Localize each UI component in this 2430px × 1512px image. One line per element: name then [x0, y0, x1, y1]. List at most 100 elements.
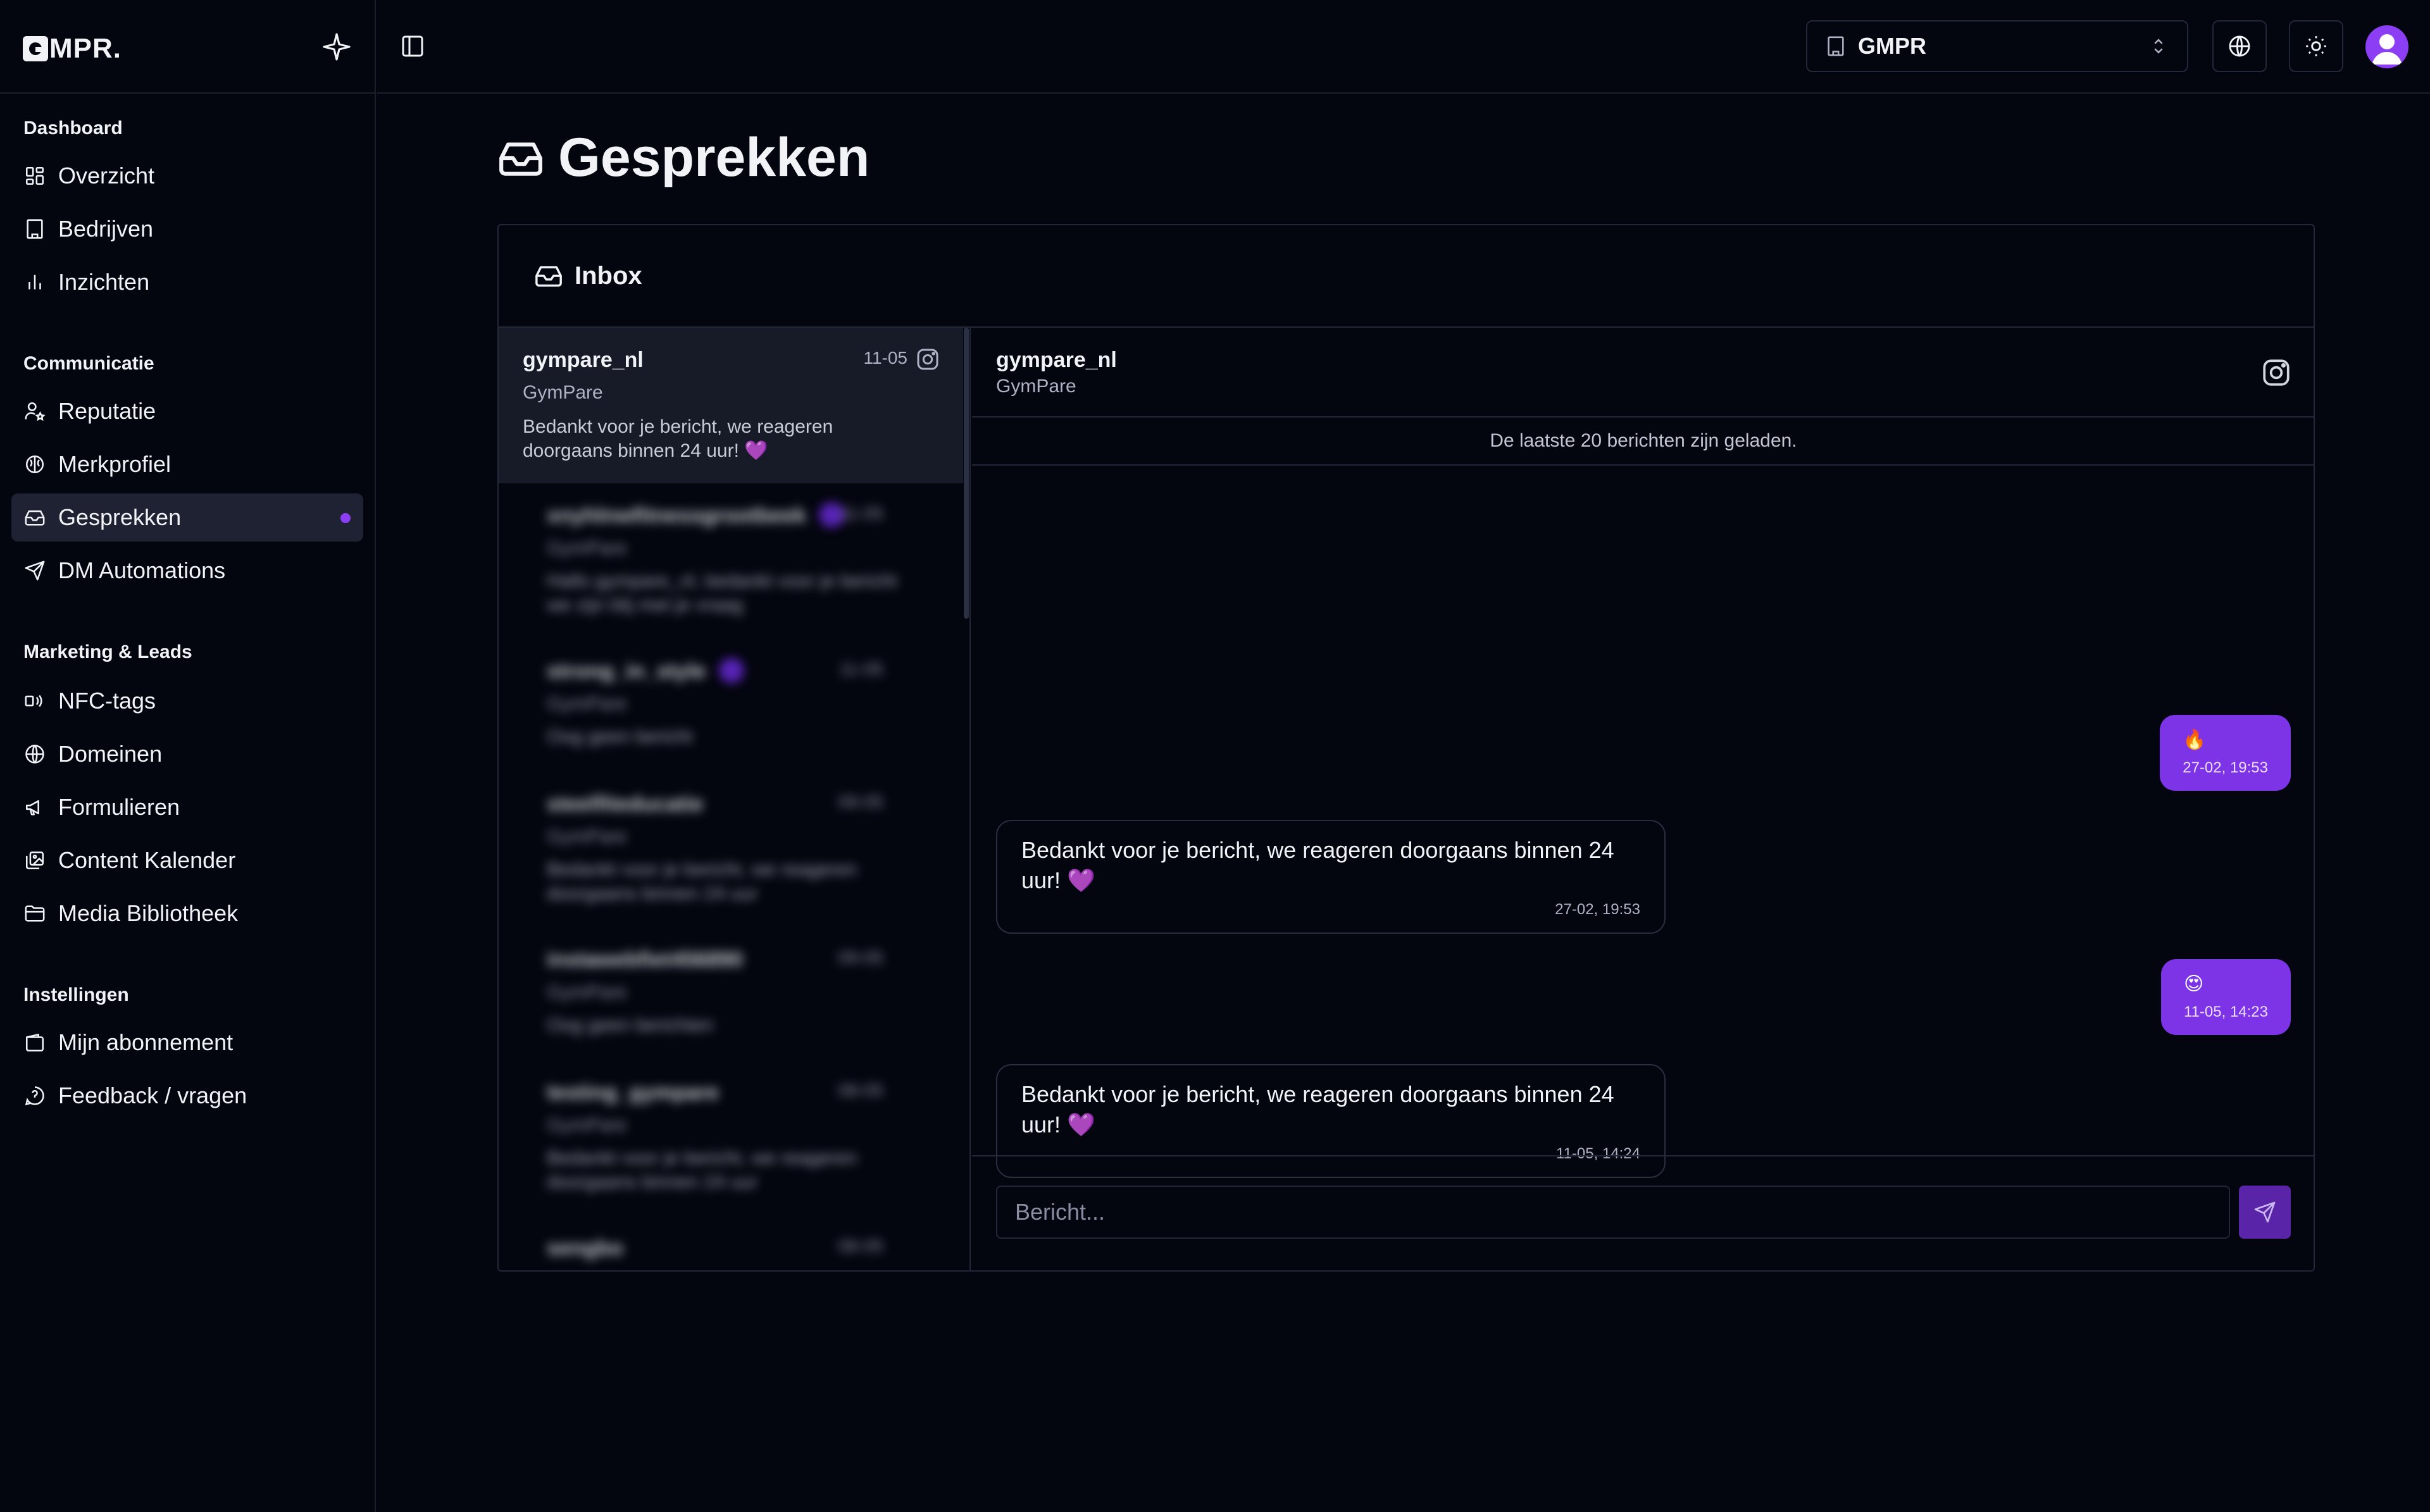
- language-button[interactable]: [2212, 20, 2267, 72]
- sidebar-item-label: Content Kalender: [58, 847, 236, 873]
- conversation-date: 09-05: [838, 792, 883, 812]
- sidebar-item-label: Media Bibliotheek: [58, 900, 239, 926]
- sidebar-item-media-bibliotheek[interactable]: Media Bibliotheek: [11, 889, 363, 938]
- images-icon: [23, 848, 47, 872]
- inbox-icon: [497, 135, 558, 182]
- chat-contact-name: gympare_nl: [996, 348, 1117, 372]
- theme-toggle-button[interactable]: [2289, 20, 2343, 72]
- nav-group-marketing: Marketing & Leads: [23, 641, 192, 662]
- nfc-icon: [23, 689, 47, 713]
- conversation-list-scrollbar[interactable]: [964, 328, 969, 619]
- bar-chart-icon: [23, 270, 47, 294]
- layout-dashboard-icon: [23, 164, 47, 188]
- message-composer: [972, 1155, 2315, 1272]
- outgoing-message: 🔥 27-02, 19:53: [2160, 715, 2291, 791]
- conversation-item[interactable]: testing_gympare 08-05 GymPare Bedankt vo…: [499, 1062, 963, 1216]
- sidebar-item-dm-automations[interactable]: DM Automations: [11, 547, 363, 595]
- conversation-name: testing_gympare: [547, 1081, 720, 1105]
- sidebar-item-nfc-tags[interactable]: NFC-tags: [11, 677, 363, 725]
- unread-dot: [340, 513, 351, 523]
- sidebar-item-label: Overzicht: [58, 163, 155, 189]
- sidebar-item-label: Mijn abonnement: [58, 1029, 234, 1055]
- brand-logo[interactable]: MPR.: [23, 33, 122, 65]
- message-text: 😍: [2184, 974, 2204, 995]
- company-select[interactable]: GMPR: [1806, 20, 2188, 72]
- send-icon: [2253, 1201, 2276, 1224]
- sidebar-item-label: Inzichten: [58, 269, 150, 295]
- conversation-list[interactable]: gympare_nl 11-05 GymPare Bedankt voor je…: [499, 328, 971, 1272]
- sidebar-item-content-kalender[interactable]: Content Kalender: [11, 836, 363, 884]
- sidebar-item-reputatie[interactable]: Reputatie: [11, 387, 363, 435]
- top-bar: GMPR: [377, 0, 2430, 94]
- inbox-icon: [534, 261, 575, 290]
- conversation-name: strong_in_style: [547, 659, 706, 683]
- sidebar-item-overzicht[interactable]: Overzicht: [11, 152, 363, 200]
- message-time: 27-02, 19:53: [1555, 901, 1640, 918]
- sidebar-header: MPR.: [0, 0, 375, 94]
- message-text: Bedankt voor je bericht, we reageren doo…: [1021, 1081, 1614, 1137]
- message-input[interactable]: [996, 1186, 2230, 1239]
- instagram-icon: [915, 347, 940, 372]
- message-time: 11-05, 14:23: [2184, 1003, 2268, 1020]
- sidebar-item-formulieren[interactable]: Formulieren: [11, 783, 363, 831]
- logo-text: MPR.: [49, 33, 122, 64]
- instagram-icon[interactable]: [2260, 357, 2292, 388]
- sidebar: MPR. Dashboard Overzicht Bedrijven Inzic…: [0, 0, 376, 1512]
- conversation-name: xnyhlnwfitnessgrootbeek: [547, 504, 806, 528]
- message-text: Bedankt voor je bericht, we reageren doo…: [1021, 837, 1614, 893]
- nav-group-dashboard: Dashboard: [23, 118, 123, 139]
- sidebar-item-label: DM Automations: [58, 557, 226, 583]
- page-title: Gesprekken: [497, 127, 869, 189]
- message-time: 27-02, 19:53: [2183, 759, 2268, 776]
- conversation-item[interactable]: instawebfiet456890 09-05 GymPare Oog gee…: [499, 929, 963, 1060]
- company-select-value: GMPR: [1858, 33, 1926, 59]
- send-icon: [23, 559, 47, 583]
- conversation-preview: Hallo gympare_nl, bedankt voor je berich…: [547, 571, 897, 616]
- conversation-item[interactable]: strong_in_style 11-05 GymPare Oog geen b…: [499, 640, 963, 772]
- message-question-icon: [23, 1084, 47, 1108]
- outgoing-message: 😍 11-05, 14:23: [2161, 959, 2291, 1035]
- conversation-date: 11-05: [839, 659, 883, 679]
- conversation-item[interactable]: gympare_nl 11-05 GymPare Bedankt voor je…: [499, 328, 963, 483]
- inbox-panel: Inbox gympare_nl 11-05 GymPare Bedankt v…: [497, 224, 2315, 1272]
- sidebar-item-merkprofiel[interactable]: Merkprofiel: [11, 440, 363, 488]
- conversation-sub: GymPare: [547, 693, 627, 714]
- conversation-date: 09-05: [838, 948, 883, 967]
- sidebar-item-mijn-abonnement[interactable]: Mijn abonnement: [11, 1019, 363, 1067]
- unread-badge: [719, 658, 744, 683]
- logo-mark: [23, 36, 48, 61]
- conversation-name: sengbo: [547, 1236, 623, 1260]
- megaphone-icon: [23, 795, 47, 819]
- sidebar-item-label: Domeinen: [58, 741, 163, 767]
- conversation-item[interactable]: steelfiteducatie 09-05 GymPare Bedankt v…: [499, 773, 963, 927]
- inbox-header: Inbox: [499, 225, 2314, 328]
- conversation-item[interactable]: xnyhlnwfitnessgrootbeek 11-05 GymPare Ha…: [499, 485, 963, 639]
- brain-icon: [23, 452, 47, 476]
- page-title-text: Gesprekken: [558, 127, 870, 188]
- sidebar-item-feedback[interactable]: Feedback / vragen: [11, 1072, 363, 1120]
- conversation-preview: Bedankt voor je bericht, we reageren doo…: [547, 859, 857, 904]
- chat-contact-sub: GymPare: [996, 376, 1076, 397]
- sidebar-item-label: Gesprekken: [58, 504, 182, 530]
- conversation-date: 11-05: [863, 348, 907, 368]
- conversation-preview: Bedankt voor je bericht, we reageren doo…: [523, 416, 833, 461]
- folder-icon: [23, 902, 47, 926]
- conversation-item[interactable]: sengbo 08-05: [499, 1217, 963, 1272]
- sidebar-item-inzichten[interactable]: Inzichten: [11, 258, 363, 306]
- sidebar-item-gesprekken[interactable]: Gesprekken: [11, 493, 363, 542]
- sidebar-item-label: Bedrijven: [58, 216, 154, 242]
- sidebar-item-label: Formulieren: [58, 794, 180, 820]
- building-icon: [23, 217, 47, 241]
- send-button[interactable]: [2239, 1186, 2291, 1239]
- conversation-date: 08-05: [838, 1236, 883, 1256]
- sidebar-toggle-icon[interactable]: [400, 34, 425, 59]
- sidebar-item-domeinen[interactable]: Domeinen: [11, 730, 363, 778]
- globe-icon: [23, 742, 47, 766]
- avatar[interactable]: [2365, 25, 2408, 68]
- incoming-message: Bedankt voor je bericht, we reageren doo…: [996, 820, 1666, 934]
- conversation-sub: GymPare: [547, 826, 627, 847]
- sparkle-icon[interactable]: [321, 32, 352, 62]
- sidebar-item-bedrijven[interactable]: Bedrijven: [11, 205, 363, 253]
- conversation-sub: GymPare: [523, 382, 603, 403]
- globe-icon: [2228, 34, 2252, 58]
